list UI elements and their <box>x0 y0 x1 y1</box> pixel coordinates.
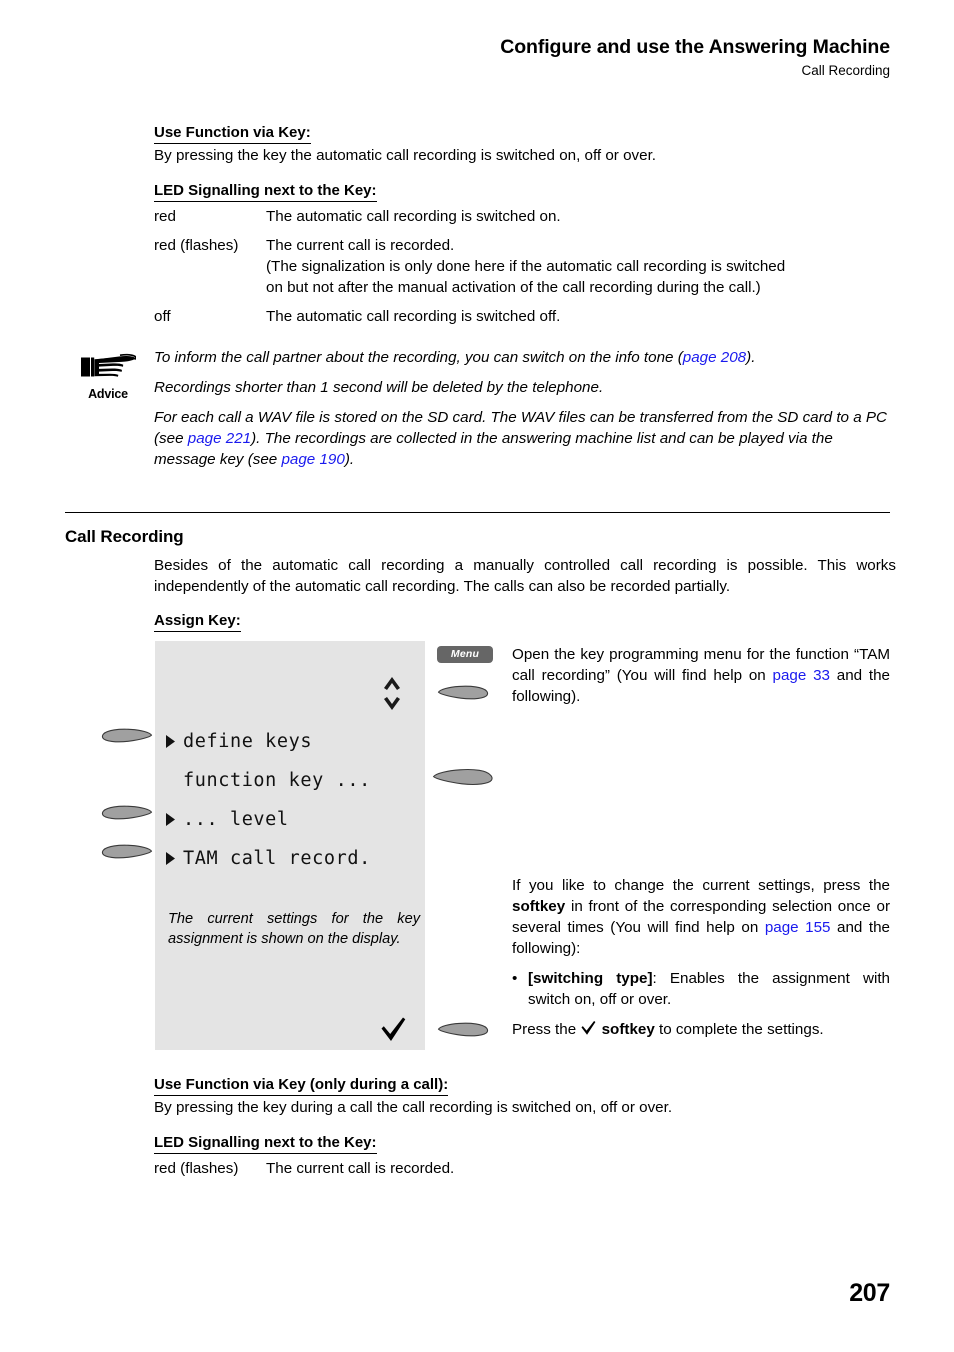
section-divider <box>65 512 890 513</box>
list-item-label: ... level <box>183 809 289 830</box>
list-item: • [switching type]: Enables the assignme… <box>512 969 890 1011</box>
scroll-indicator <box>381 674 403 713</box>
page-header: Configure and use the Answering Machine … <box>154 36 890 79</box>
advice-p1-b: ). <box>746 349 756 366</box>
page-link[interactable]: page 221 <box>188 430 251 447</box>
led-heading-bottom: LED Signalling next to the Key: <box>154 1134 377 1154</box>
softkey-left-tam-call-record[interactable] <box>101 843 153 860</box>
led-state: off <box>154 307 171 325</box>
led-state: red (flashes) <box>154 236 239 254</box>
page-link[interactable]: page 33 <box>773 667 830 684</box>
list-item-label: TAM call record. <box>183 848 371 869</box>
section-intro-text: Besides of the automatic call recording … <box>154 557 896 595</box>
selection-arrow-icon <box>165 851 183 866</box>
table-row: red The automatic call recording is swit… <box>154 207 896 228</box>
led-desc-cont1: (The signalization is only done here if … <box>266 257 786 275</box>
advice-p1-a: To inform the call partner about the rec… <box>154 349 683 366</box>
led-desc: The current call is recorded. <box>266 236 455 254</box>
phone-display: define keys function key ... ... level T… <box>155 641 425 1050</box>
selection-arrow-icon <box>165 812 183 827</box>
step2-text-a: If you like to change the current settin… <box>512 877 890 894</box>
use-function-heading-bottom: Use Function via Key (only during a call… <box>154 1076 449 1096</box>
page-link[interactable]: page 208 <box>683 349 746 366</box>
led-state: red <box>154 208 176 225</box>
use-function-heading-top: Use Function via Key: <box>154 124 311 144</box>
list-item[interactable]: define keys <box>165 722 423 761</box>
advice-p3-b: ). The recordings are collected in the a… <box>154 429 833 468</box>
pointing-hand-icon <box>80 353 137 385</box>
display-menu-list: define keys function key ... ... level T… <box>165 722 423 878</box>
table-row: red (flashes) The current call is record… <box>154 1159 896 1180</box>
instruction-step-2: If you like to change the current settin… <box>512 876 890 1011</box>
chevron-down-icon <box>384 697 400 710</box>
softkey-right-confirm[interactable] <box>437 1021 489 1038</box>
advice-text-block: To inform the call partner about the rec… <box>154 348 896 471</box>
advice-paragraph-1: To inform the call partner about the rec… <box>154 348 896 369</box>
list-item-label: define keys <box>183 731 313 752</box>
table-row: red (flashes) The current call is record… <box>154 236 896 299</box>
softkey-right-open-menu[interactable] <box>437 684 489 701</box>
use-function-text-bottom: By pressing the key during a call the ca… <box>154 1099 673 1116</box>
bullet-bold-label: [switching type] <box>528 969 653 987</box>
softkey-left-level[interactable] <box>101 804 153 821</box>
step2-bold: softkey <box>512 897 566 915</box>
led-state: red (flashes) <box>154 1160 239 1177</box>
selection-arrow-icon <box>165 734 183 749</box>
header-title: Configure and use the Answering Machine <box>500 36 890 58</box>
checkmark-icon <box>580 1020 597 1036</box>
page-link[interactable]: page 155 <box>765 919 831 936</box>
led-desc: The current call is recorded. <box>266 1160 455 1177</box>
softkey-right-function-key[interactable] <box>432 767 494 787</box>
advice-paragraph-2: Recordings shorter than 1 second will be… <box>154 378 604 396</box>
page-title: Call Recording <box>65 527 184 546</box>
led-table-bottom: red (flashes) The current call is record… <box>154 1159 896 1180</box>
led-desc: The automatic call recording is switched… <box>266 208 561 225</box>
list-item[interactable]: TAM call record. <box>165 839 423 878</box>
assign-key-heading: Assign Key: <box>154 612 241 632</box>
document-page: Configure and use the Answering Machine … <box>0 0 954 1352</box>
advice-paragraph-3: For each call a WAV file is stored on th… <box>154 408 896 471</box>
led-desc: The automatic call recording is switched… <box>266 307 561 325</box>
bullet-point-icon: • <box>512 969 518 987</box>
step3-bold: softkey <box>601 1021 655 1038</box>
softkey-left-define-keys[interactable] <box>101 727 153 744</box>
header-subtitle: Call Recording <box>801 63 890 79</box>
chevron-up-icon <box>384 677 400 690</box>
page-number: 207 <box>849 1279 890 1307</box>
led-heading-top: LED Signalling next to the Key: <box>154 182 377 202</box>
page-link[interactable]: page 190 <box>281 451 344 468</box>
table-row: off The automatic call recording is swit… <box>154 307 896 328</box>
advice-icon-block: Advice <box>66 352 150 401</box>
list-item[interactable]: function key ... <box>165 761 423 800</box>
advice-p3-c: ). <box>344 450 355 468</box>
list-item[interactable]: ... level <box>165 800 423 839</box>
instruction-step-3: Press the softkey to complete the settin… <box>512 1020 890 1041</box>
instruction-step-1: Open the key programming menu for the fu… <box>512 645 890 708</box>
display-caption: The current settings for the key assignm… <box>168 911 420 948</box>
list-item-label: function key ... <box>183 770 371 791</box>
led-table-top: red The automatic call recording is swit… <box>154 207 896 328</box>
step3-text-a: Press the <box>512 1021 581 1038</box>
use-function-text-top: By pressing the key the automatic call r… <box>154 147 657 164</box>
led-desc-cont2: on but not after the manual activation o… <box>266 278 761 296</box>
advice-label: Advice <box>88 387 128 401</box>
menu-button[interactable]: Menu <box>437 646 493 663</box>
checkmark-icon <box>379 1016 408 1043</box>
step3-text-b: to complete the settings. <box>654 1021 824 1038</box>
